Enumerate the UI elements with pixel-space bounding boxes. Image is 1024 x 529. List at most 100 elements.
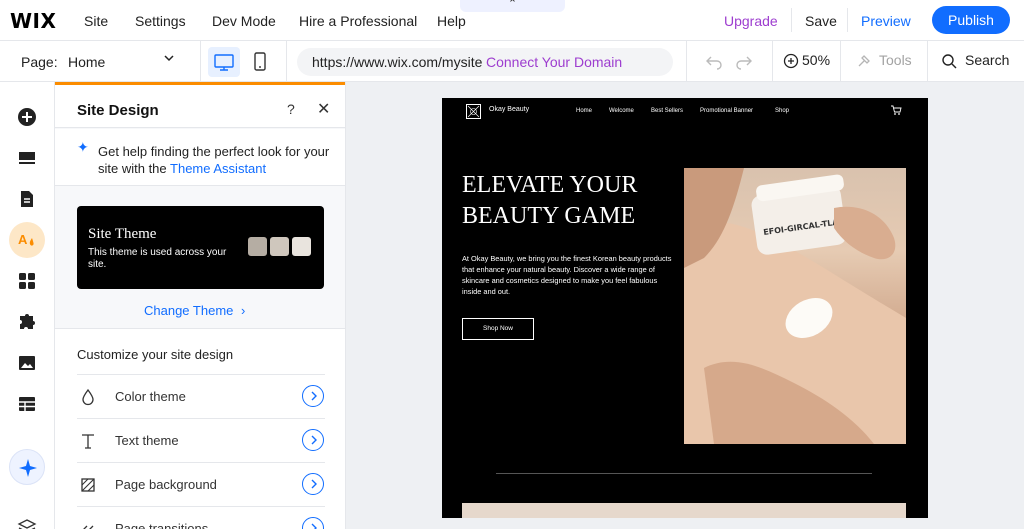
ai-assistant-button[interactable] [9,449,45,485]
site-nav-best-sellers[interactable]: Best Sellers [651,108,683,114]
chevron-right-icon[interactable] [302,429,324,451]
design-icon: A [18,232,34,247]
theme-assistant-text: Get help finding the perfect look for yo… [98,144,330,176]
divider [791,8,792,32]
divider [200,41,201,82]
search-button[interactable]: Search [965,52,1009,68]
business-apps-button[interactable] [9,304,45,340]
plus-circle-icon [18,108,36,126]
svg-text:A: A [18,232,28,247]
preview-button[interactable]: Preview [861,13,911,29]
hero-body[interactable]: At Okay Beauty, we bring you the finest … [462,253,677,297]
site-nav-home[interactable]: Home [576,108,592,114]
sparkle-icon: ✦ [77,139,89,155]
customize-title: Customize your site design [77,347,234,362]
site-preview[interactable]: Okay Beauty Home Welcome Best Sellers Pr… [442,98,928,518]
site-theme-card[interactable]: Site Theme This theme is used across you… [77,206,324,289]
zoom-level[interactable]: 50% [802,52,830,68]
mobile-view-button[interactable] [244,47,276,77]
page-transitions-row[interactable]: Page transitions [77,506,325,529]
divider [286,41,287,82]
site-name[interactable]: Okay Beauty [489,106,529,113]
search-icon [942,54,957,69]
transition-icon [83,525,94,529]
page-transitions-label: Page transitions [115,521,209,529]
page-background-label: Page background [115,477,217,492]
theme-card-title: Site Theme [88,226,157,242]
color-theme-label: Color theme [115,389,186,404]
desktop-view-button[interactable] [208,47,240,77]
nav-dev-mode[interactable]: Dev Mode [212,13,276,29]
hand-with-cream-image: EFOI-GIRCAL-TLA [684,168,906,444]
hero-title[interactable]: ELEVATE YOUR BEAUTY GAME [462,170,682,232]
layers-button[interactable] [9,509,45,529]
puzzle-icon [20,314,35,329]
add-elements-button[interactable] [9,99,45,135]
editor-canvas[interactable]: Okay Beauty Home Welcome Best Sellers Pr… [346,82,1024,529]
nav-site[interactable]: Site [84,13,108,29]
color-swatch [270,237,289,256]
color-swatch [292,237,311,256]
help-button[interactable]: ? [287,101,295,117]
page-icon [21,191,33,207]
hero-image[interactable]: EFOI-GIRCAL-TLA [684,168,906,444]
text-icon [82,434,94,449]
color-theme-row[interactable]: Color theme [77,374,325,418]
site-nav-welcome[interactable]: Welcome [609,108,634,114]
cart-icon[interactable] [890,104,902,116]
redo-icon[interactable] [735,52,753,70]
tools-button[interactable]: Tools [879,52,912,68]
theme-assistant-link[interactable]: Theme Assistant [170,161,266,176]
section-divider [496,473,872,474]
panel-title: Site Design [77,102,159,119]
layers-icon [17,519,37,529]
apps-button[interactable] [9,263,45,299]
undo-icon[interactable] [705,52,723,70]
chevron-right-icon[interactable] [302,517,324,529]
upgrade-link[interactable]: Upgrade [724,13,778,29]
save-button[interactable]: Save [805,13,837,29]
wix-logo[interactable]: WIX [10,9,56,33]
pages-button[interactable] [9,181,45,217]
page-select[interactable]: Home [68,54,105,70]
site-design-panel: Site Design ? ✕ ✦ Get help finding the p… [55,82,346,529]
sparkle-icon [19,459,37,477]
nav-help[interactable]: Help [437,13,466,29]
left-rail: A [0,82,55,529]
table-icon [19,397,35,411]
color-swatch [248,237,267,256]
nav-hire-professional[interactable]: Hire a Professional [299,13,417,29]
page-background-row[interactable]: Page background [77,462,325,506]
site-nav-promotional-banner[interactable]: Promotional Banner [700,108,753,114]
shop-now-button[interactable]: Shop Now [462,318,534,340]
desktop-icon [214,54,234,71]
publish-button[interactable]: Publish [932,6,1010,34]
page-label: Page: [21,54,58,70]
site-design-button[interactable]: A [9,222,45,258]
connect-domain-link[interactable]: Connect Your Domain [486,54,622,70]
droplet-icon [82,388,94,406]
background-icon [81,478,95,492]
tools-icon [858,55,870,67]
customize-section: Customize your site design Color theme T… [55,328,345,529]
chevron-down-icon[interactable] [162,51,176,65]
add-section-button[interactable] [9,140,45,176]
zoom-icon[interactable] [783,53,799,69]
collapse-toolbar-tab[interactable]: ⌃ [460,0,565,12]
text-theme-label: Text theme [115,433,179,448]
divider [927,41,928,82]
next-section-preview[interactable] [462,503,906,518]
editor-toolbar: Page: Home https://www.wix.com/mysite Co… [0,41,1024,82]
text-theme-row[interactable]: Text theme [77,418,325,462]
site-nav-shop[interactable]: Shop [775,108,789,114]
chevron-right-icon[interactable] [302,473,324,495]
site-logo-icon[interactable] [466,104,481,119]
divider [847,8,848,32]
divider [686,41,687,82]
cms-button[interactable] [9,386,45,422]
media-button[interactable] [9,345,45,381]
change-theme-link[interactable]: Change Theme › [144,303,245,318]
nav-settings[interactable]: Settings [135,13,186,29]
chevron-right-icon[interactable] [302,385,324,407]
close-button[interactable]: ✕ [317,99,330,119]
